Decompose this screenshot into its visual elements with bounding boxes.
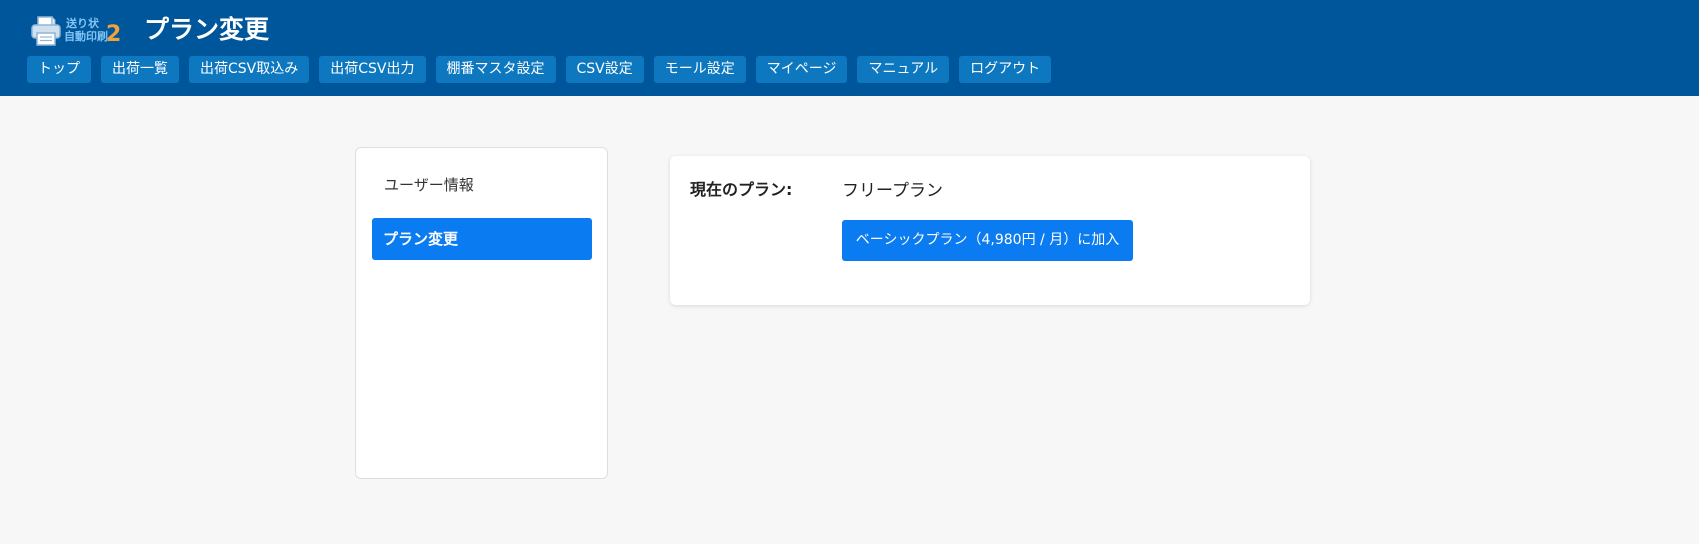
nav-shipment-csv-import-button[interactable]: 出荷CSV取込み [189, 56, 310, 83]
nav-shelf-master-settings-button[interactable]: 棚番マスタ設定 [435, 56, 556, 83]
sidebar-item-plan-change[interactable]: プラン変更 [372, 218, 592, 260]
app-header: 送り状 自動印刷 2 プラン変更 トップ 出荷一覧 出荷CSV取込み 出荷CSV… [0, 0, 1699, 96]
page-title: プラン変更 [144, 15, 270, 44]
logo-number: 2 [106, 22, 122, 47]
app-logo[interactable]: 送り状 自動印刷 2 [30, 14, 122, 48]
nav-csv-settings-button[interactable]: CSV設定 [565, 56, 644, 83]
logo-text-line2: 自動印刷 [64, 30, 108, 43]
printer-icon [31, 16, 61, 46]
current-plan-value: フリープラン [842, 181, 943, 201]
logo-text-line1: 送り状 [66, 17, 99, 30]
nav-shipment-list-button[interactable]: 出荷一覧 [101, 56, 179, 83]
nav-top-button[interactable]: トップ [27, 56, 91, 83]
main-nav: トップ 出荷一覧 出荷CSV取込み 出荷CSV出力 棚番マスタ設定 CSV設定 … [27, 56, 1052, 83]
plan-card: 現在のプラン: フリープラン ベーシックプラン（4,980円 / 月）に加入 [670, 156, 1310, 305]
nav-logout-button[interactable]: ログアウト [959, 56, 1052, 83]
nav-mall-settings-button[interactable]: モール設定 [653, 56, 746, 83]
nav-shipment-csv-export-button[interactable]: 出荷CSV出力 [319, 56, 426, 83]
nav-manual-button[interactable]: マニュアル [857, 56, 950, 83]
nav-mypage-button[interactable]: マイページ [755, 56, 848, 83]
sidebar-item-user-info[interactable]: ユーザー情報 [372, 164, 592, 206]
mypage-sidebar: ユーザー情報 プラン変更 [355, 147, 608, 479]
current-plan-label: 現在のプラン: [690, 180, 793, 199]
join-basic-plan-button[interactable]: ベーシックプラン（4,980円 / 月）に加入 [842, 220, 1133, 261]
